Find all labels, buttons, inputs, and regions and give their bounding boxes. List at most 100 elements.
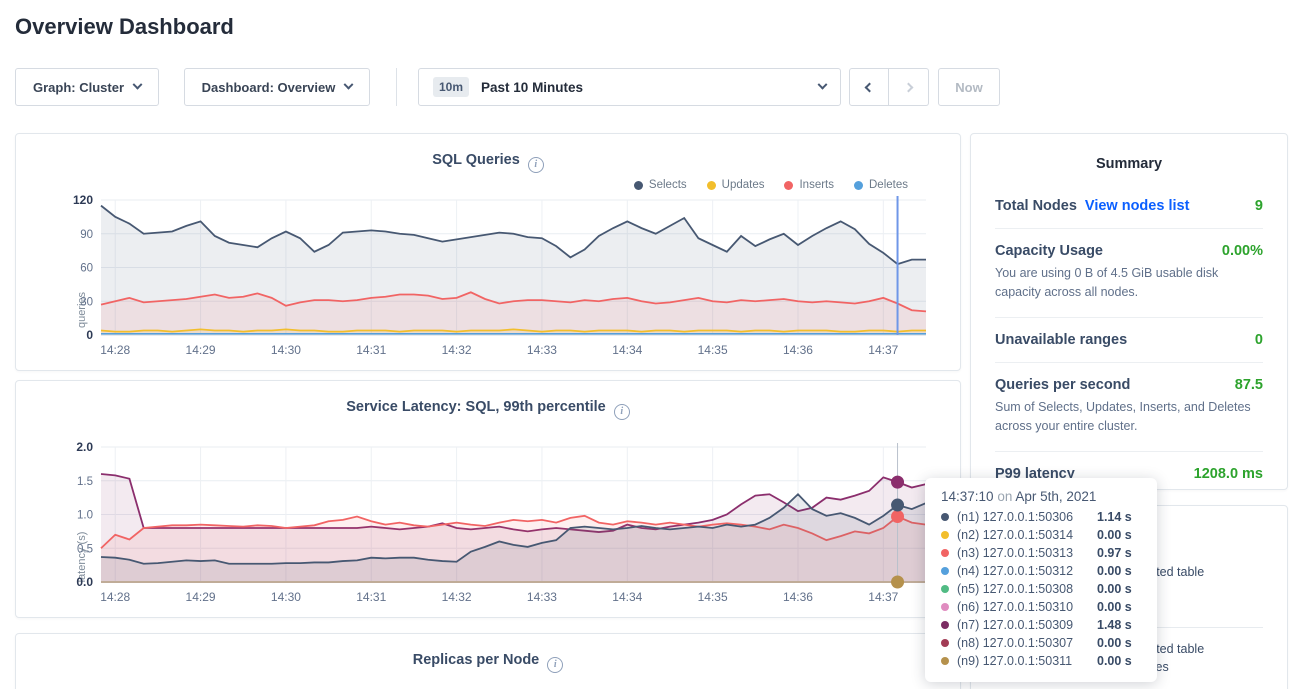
tooltip-time: 14:37:10 [941, 489, 994, 504]
chart-title: Replicas per Node i [16, 652, 960, 673]
tooltip-node-value: 0.00 s [1097, 564, 1143, 578]
service-latency-chart[interactable]: 0.00.51.01.52.014:2814:2914:3014:3114:32… [46, 439, 951, 611]
info-icon[interactable]: i [614, 404, 630, 420]
chart-title-text: Replicas per Node [413, 652, 540, 668]
node-color-dot-icon [941, 639, 949, 647]
tooltip-node-label: (n9) 127.0.0.1:50311 [957, 654, 1089, 668]
info-icon[interactable]: i [528, 157, 544, 173]
time-range-badge: 10m [433, 77, 469, 97]
tooltip-node-label: (n6) 127.0.0.1:50310 [957, 600, 1089, 614]
chevron-down-icon [344, 79, 354, 89]
svg-text:14:30: 14:30 [271, 343, 301, 357]
svg-text:14:35: 14:35 [698, 343, 728, 357]
svg-text:14:31: 14:31 [356, 590, 386, 604]
dashboard-dropdown[interactable]: Dashboard: Overview [184, 68, 370, 106]
time-next-button[interactable] [889, 68, 929, 106]
tooltip-date: Apr 5th, 2021 [1015, 489, 1096, 504]
overview-dashboard-page: Overview Dashboard Graph: Cluster Dashbo… [0, 0, 1290, 689]
tooltip-row: (n9) 127.0.0.1:50311 0.00 s [941, 652, 1143, 670]
node-color-dot-icon [941, 549, 949, 557]
view-nodes-list-link[interactable]: View nodes list [1085, 198, 1190, 214]
time-range-dropdown[interactable]: 10m Past 10 Minutes [418, 68, 841, 106]
svg-text:60: 60 [80, 263, 93, 275]
tooltip-row: (n1) 127.0.0.1:50306 1.14 s [941, 508, 1143, 526]
svg-text:14:32: 14:32 [442, 343, 472, 357]
svg-text:90: 90 [80, 229, 93, 241]
svg-text:2.0: 2.0 [76, 440, 93, 454]
legend-dot-icon [707, 181, 716, 190]
svg-text:30: 30 [80, 296, 93, 308]
legend-item[interactable]: Deletes [854, 179, 908, 191]
dashboard-dropdown-label: Dashboard: Overview [202, 80, 336, 95]
time-prev-button[interactable] [849, 68, 889, 106]
tooltip-timestamp: 14:37:10 on Apr 5th, 2021 [941, 489, 1143, 508]
svg-text:14:33: 14:33 [527, 590, 557, 604]
tooltip-node-label: (n5) 127.0.0.1:50308 [957, 582, 1089, 596]
legend-label: Deletes [869, 179, 908, 191]
svg-text:1.0: 1.0 [77, 510, 93, 522]
legend-label: Selects [649, 179, 687, 191]
svg-text:14:35: 14:35 [698, 590, 728, 604]
tooltip-node-value: 1.14 s [1097, 510, 1143, 524]
svg-text:14:28: 14:28 [100, 343, 130, 357]
svg-text:14:36: 14:36 [783, 590, 813, 604]
summary-label: Total Nodes [995, 198, 1077, 214]
tooltip-node-value: 0.97 s [1097, 546, 1143, 560]
tooltip-row: (n6) 127.0.0.1:50310 0.00 s [941, 598, 1143, 616]
tooltip-node-label: (n1) 127.0.0.1:50306 [957, 510, 1089, 524]
tooltip-node-value: 0.00 s [1097, 600, 1143, 614]
page-title: Overview Dashboard [15, 14, 234, 40]
toolbar-divider [396, 68, 397, 106]
summary-value: 9 [1255, 198, 1263, 214]
replicas-per-node-panel: Replicas per Node i [15, 633, 961, 689]
chart-title-text: SQL Queries [432, 152, 520, 168]
info-icon[interactable]: i [547, 657, 563, 673]
svg-text:14:31: 14:31 [356, 343, 386, 357]
svg-text:14:37: 14:37 [868, 343, 898, 357]
chevron-right-icon [904, 82, 914, 92]
time-nav-group [849, 68, 929, 106]
node-color-dot-icon [941, 531, 949, 539]
chart-title: Service Latency: SQL, 99th percentilei [16, 399, 960, 420]
svg-text:0.5: 0.5 [77, 543, 93, 555]
legend-item[interactable]: Inserts [784, 179, 834, 191]
summary-row-p99-latency: P99 latency 1208.0 ms [995, 452, 1263, 482]
legend-item[interactable]: Selects [634, 179, 687, 191]
svg-text:120: 120 [73, 193, 93, 207]
service-latency-panel: Service Latency: SQL, 99th percentilei l… [15, 380, 961, 618]
svg-text:14:29: 14:29 [186, 343, 216, 357]
chart-title: SQL Queries i [16, 152, 960, 173]
sql-queries-chart[interactable]: 030609012014:2814:2914:3014:3114:3214:33… [46, 192, 951, 364]
tooltip-node-value: 0.00 s [1097, 654, 1143, 668]
chevron-left-icon [864, 82, 874, 92]
tooltip-node-label: (n4) 127.0.0.1:50312 [957, 564, 1089, 578]
tooltip-row: (n8) 127.0.0.1:503070.00 s [941, 634, 1143, 652]
svg-text:14:36: 14:36 [783, 343, 813, 357]
summary-value: 1208.0 ms [1194, 466, 1263, 482]
node-color-dot-icon [941, 603, 949, 611]
legend-item[interactable]: Updates [707, 179, 765, 191]
node-color-dot-icon [941, 567, 949, 575]
tooltip-row: (n5) 127.0.0.1:503080.00 s [941, 580, 1143, 598]
summary-row-queries-per-second: Queries per second 87.5 [995, 363, 1263, 393]
sql-queries-panel: SQL Queries i Selects Updates Inserts Delete… [15, 133, 961, 371]
legend-dot-icon [854, 181, 863, 190]
now-button[interactable]: Now [938, 68, 1000, 106]
summary-label: Capacity Usage [995, 243, 1103, 259]
summary-title: Summary [971, 134, 1287, 172]
node-color-dot-icon [941, 513, 949, 521]
summary-value: 0 [1255, 332, 1263, 348]
tooltip-row: (n4) 127.0.0.1:50312 0.00 s [941, 562, 1143, 580]
tooltip-node-value: 0.00 s [1097, 636, 1143, 650]
tooltip-row: (n2) 127.0.0.1:503140.00 s [941, 526, 1143, 544]
tooltip-node-value: 1.48 s [1097, 618, 1143, 632]
svg-text:14:37: 14:37 [868, 590, 898, 604]
tooltip-node-label: (n2) 127.0.0.1:50314 [957, 528, 1089, 542]
tooltip-rows: (n1) 127.0.0.1:50306 1.14 s (n2) 127.0.0.1… [941, 508, 1143, 670]
node-color-dot-icon [941, 585, 949, 593]
legend-label: Inserts [799, 179, 834, 191]
legend-label: Updates [722, 179, 765, 191]
graph-dropdown[interactable]: Graph: Cluster [15, 68, 159, 106]
tooltip-row: (n7) 127.0.0.1:503091.48 s [941, 616, 1143, 634]
summary-label: Queries per second [995, 377, 1130, 393]
